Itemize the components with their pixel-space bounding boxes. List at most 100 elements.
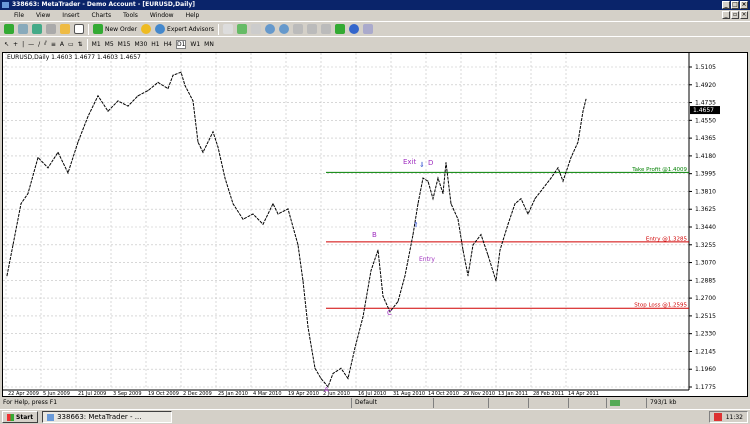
label-icon[interactable]: ▭ <box>68 41 74 48</box>
maximize-button[interactable]: □ <box>731 1 739 9</box>
menu-charts[interactable]: Charts <box>92 12 112 19</box>
menu-view[interactable]: View <box>36 12 50 19</box>
wave-label-b: B <box>372 231 377 239</box>
date-label: 14 Apr 2011 <box>568 391 599 396</box>
price-label: 1.3255 <box>695 242 716 249</box>
indicators-icon[interactable] <box>335 24 346 34</box>
start-button[interactable]: Start <box>2 411 39 423</box>
price-label: 1.2330 <box>695 331 716 338</box>
menu-insert[interactable]: Insert <box>62 12 79 19</box>
menu-help[interactable]: Help <box>186 12 200 19</box>
price-point <box>67 172 69 174</box>
text-icon[interactable]: A <box>60 41 64 48</box>
chart-canvas: 1.5105 1.4920 1.4735 1.4550 1.4365 1.4180 1.39… <box>3 53 720 396</box>
period-m30[interactable]: M30 <box>134 41 147 48</box>
templates-icon[interactable] <box>363 24 374 34</box>
date-label: 19 Oct 2009 <box>148 391 179 396</box>
price-point <box>507 223 509 225</box>
price-point <box>437 177 439 179</box>
price-point <box>117 100 119 102</box>
period-m15[interactable]: M15 <box>118 41 131 48</box>
period-m1[interactable]: M1 <box>92 41 101 48</box>
price-point <box>550 177 552 179</box>
period-d1[interactable]: D1 <box>175 39 187 49</box>
separator <box>218 23 220 35</box>
symbol-info: EURUSD,Daily 1.4603 1.4677 1.4603 1.4657 <box>7 54 141 61</box>
fibonacci-icon[interactable]: ≡ <box>51 41 56 48</box>
line-chart-icon[interactable] <box>251 24 262 34</box>
taskbar-item-metatrader[interactable]: 338663: MetaTrader - ... <box>42 411 173 423</box>
child-restore-button[interactable]: ▫ <box>731 11 739 19</box>
trendline-icon[interactable]: / <box>38 41 40 48</box>
price-point <box>252 213 254 215</box>
zoom-in-icon[interactable] <box>265 24 276 34</box>
date-label: 28 Feb 2011 <box>533 391 564 396</box>
price-point <box>570 157 572 159</box>
expert-advisors-button[interactable]: Expert Advisors <box>155 24 214 34</box>
periods-icon[interactable] <box>349 24 360 34</box>
period-h1[interactable]: H1 <box>151 41 159 48</box>
autoscroll-icon[interactable] <box>321 24 332 34</box>
cursor-icon[interactable]: ↖ <box>4 41 9 48</box>
terminal-icon[interactable] <box>74 24 84 34</box>
vertical-line-icon[interactable]: | <box>22 41 24 48</box>
new-order-button[interactable]: New Order <box>93 24 137 34</box>
date-label: 3 Sep 2009 <box>113 391 142 396</box>
date-label: 2 Dec 2009 <box>183 391 212 396</box>
tile-windows-icon[interactable] <box>293 24 304 34</box>
price-point <box>97 95 99 97</box>
price-label: 1.2145 <box>695 348 716 355</box>
price-label: 1.3995 <box>695 171 716 178</box>
bar-chart-icon[interactable] <box>223 24 234 34</box>
close-button[interactable]: × <box>740 1 748 9</box>
price-point <box>57 151 59 153</box>
menu-tools[interactable]: Tools <box>123 12 138 19</box>
taskbar: Start 338663: MetaTrader - ... 11:32 <box>0 409 750 424</box>
navigator-icon[interactable] <box>46 24 56 34</box>
child-minimize-button[interactable]: _ <box>722 11 730 19</box>
level-label: Take Profit @1.4009 <box>631 167 687 173</box>
price-point <box>6 275 8 277</box>
price-point <box>520 198 522 200</box>
chart-shift-icon[interactable] <box>307 24 318 34</box>
minimize-button[interactable]: _ <box>722 1 730 9</box>
zoom-out-icon[interactable] <box>279 24 290 34</box>
window-icon <box>47 413 55 421</box>
period-m5[interactable]: M5 <box>105 41 114 48</box>
date-label: 13 Jan 2011 <box>498 391 528 396</box>
drawing-toolbar: ↖ + | — / ⫽ ≡ A ▭ ⇅ M1 M5 M15 M30 H1 H4 … <box>0 36 750 51</box>
period-w1[interactable]: W1 <box>190 41 200 48</box>
price-label: 1.4365 <box>695 135 716 142</box>
candlesticks-icon[interactable] <box>237 24 248 34</box>
price-point <box>534 198 536 200</box>
price-point <box>242 218 244 220</box>
tray-app-icon[interactable] <box>713 413 722 421</box>
profiles-icon[interactable] <box>18 24 28 34</box>
windows-logo-icon <box>7 413 14 421</box>
data-window-icon[interactable] <box>60 24 70 34</box>
price-point <box>427 180 429 182</box>
status-cell <box>434 398 489 408</box>
menu-window[interactable]: Window <box>150 12 174 19</box>
market-watch-icon[interactable] <box>32 24 42 34</box>
menu-file[interactable]: File <box>14 12 24 19</box>
price-point <box>167 88 169 90</box>
price-chart[interactable]: 1.5105 1.4920 1.4735 1.4550 1.4365 1.4180 1.39… <box>2 52 748 397</box>
period-mn[interactable]: MN <box>204 41 214 48</box>
period-h4[interactable]: H4 <box>164 41 172 48</box>
price-point <box>412 234 414 236</box>
start-label: Start <box>16 413 34 421</box>
price-point <box>462 249 464 251</box>
horizontal-line-icon[interactable]: — <box>28 41 34 48</box>
price-point <box>137 95 139 97</box>
metaeditor-icon[interactable] <box>141 24 152 34</box>
channel-icon[interactable]: ⫽ <box>44 40 47 48</box>
price-point <box>287 208 289 210</box>
new-chart-icon[interactable] <box>4 24 14 34</box>
price-label: 1.2700 <box>695 295 716 302</box>
price-point <box>12 244 14 246</box>
child-close-button[interactable]: × <box>740 11 748 19</box>
price-point <box>172 74 174 76</box>
crosshair-icon[interactable]: + <box>13 41 18 48</box>
arrows-icon[interactable]: ⇅ <box>78 41 83 48</box>
